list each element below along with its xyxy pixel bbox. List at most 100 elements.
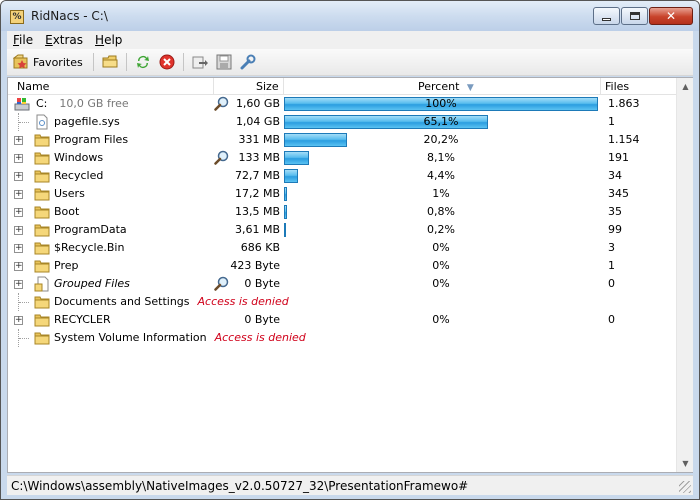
item-name: Prep (54, 259, 78, 272)
item-percent: 0% (432, 241, 450, 254)
item-size: 13,5 MB (234, 205, 280, 218)
tree-line (19, 302, 29, 303)
tree-row[interactable]: + RECYCLER 0 Byte 0% 0 (8, 311, 676, 329)
column-files-header[interactable]: Files (605, 80, 629, 93)
item-name-text: System Volume Information (54, 331, 207, 344)
export-button[interactable] (189, 51, 211, 73)
item-name-text: $Recycle.Bin (54, 241, 125, 254)
item-name-text: RECYCLER (54, 313, 111, 326)
folder-icon (34, 258, 50, 274)
menu-help[interactable]: Help (89, 33, 128, 47)
minimize-button[interactable] (593, 7, 620, 25)
item-name: RECYCLER (54, 313, 111, 326)
item-file-count: 1 (608, 259, 615, 272)
tree-row[interactable]: System Volume Information Access is denie… (8, 329, 676, 347)
tree-row[interactable]: + Grouped Files 0 Byte 0% 0 (8, 275, 676, 293)
item-size: 72,7 MB (234, 169, 280, 182)
folder-icon (34, 150, 50, 166)
toolbar: Favorites (7, 49, 693, 76)
scroll-up-icon[interactable]: ▲ (677, 78, 694, 95)
favorites-label: Favorites (33, 55, 83, 69)
vertical-scrollbar[interactable]: ▲ ▼ (676, 78, 693, 472)
close-button[interactable]: ✕ (649, 7, 693, 25)
resize-grip-icon[interactable] (679, 481, 691, 493)
expand-icon[interactable]: + (14, 226, 23, 235)
scroll-down-icon[interactable]: ▼ (677, 455, 694, 472)
item-percent: 0,2% (427, 223, 455, 236)
favorites-icon (13, 54, 28, 69)
item-file-count: 1.154 (608, 133, 640, 146)
tree-row[interactable]: + Boot 13,5 MB 0,8% 35 (8, 203, 676, 221)
expand-icon[interactable]: + (14, 280, 23, 289)
item-name-text: Program Files (54, 133, 129, 146)
magnifier-icon[interactable] (214, 150, 230, 166)
menu-bar: File Extras Help (7, 31, 693, 49)
tree-row[interactable]: Documents and Settings Access is denied (8, 293, 676, 311)
maximize-button[interactable] (621, 7, 648, 25)
item-file-count: 0 (608, 277, 615, 290)
item-file-count: 34 (608, 169, 622, 182)
tree-row[interactable]: pagefile.sys 1,04 GB 65,1% 1 (8, 113, 676, 131)
expand-icon[interactable]: + (14, 136, 23, 145)
window-controls: ✕ (592, 7, 693, 25)
tree-row[interactable]: + Users 17,2 MB 1% 345 (8, 185, 676, 203)
open-folder-button[interactable] (99, 51, 121, 73)
column-percent-header[interactable]: Percent ▼ (418, 80, 474, 93)
item-size: 423 Byte (230, 259, 280, 272)
expand-icon[interactable]: + (14, 208, 23, 217)
item-size: 0 Byte (244, 277, 280, 290)
item-name-text: Grouped Files (54, 277, 130, 290)
column-percent-label: Percent (418, 80, 460, 93)
tree-row[interactable]: + ProgramData 3,61 MB 0,2% 99 (8, 221, 676, 239)
settings-wrench-icon (240, 54, 256, 70)
item-name: System Volume Information Access is denie… (54, 331, 306, 344)
folder-icon (34, 240, 50, 256)
toolbar-separator (92, 53, 94, 71)
item-name: Users (54, 187, 85, 200)
free-space-label: 10,0 GB free (59, 97, 129, 110)
title-bar[interactable]: % RidNacs - C:\ ✕ (1, 1, 699, 31)
item-size: 0 Byte (244, 313, 280, 326)
tree-row[interactable]: + $Recycle.Bin 686 KB 0% 3 (8, 239, 676, 257)
save-button[interactable] (213, 51, 235, 73)
menu-extras[interactable]: Extras (39, 33, 89, 47)
column-divider[interactable] (213, 78, 214, 94)
item-file-count: 1.863 (608, 97, 640, 110)
expand-icon[interactable]: + (14, 154, 23, 163)
expand-icon[interactable]: + (14, 316, 23, 325)
tree-row[interactable]: + Prep 423 Byte 0% 1 (8, 257, 676, 275)
column-name-header[interactable]: Name (17, 80, 49, 93)
expand-icon[interactable]: + (14, 172, 23, 181)
item-size: 1,04 GB (235, 115, 280, 128)
item-size: 331 MB (238, 133, 280, 146)
item-file-count: 99 (608, 223, 622, 236)
item-file-count: 35 (608, 205, 622, 218)
tree-row[interactable]: + Program Files 331 MB 20,2% 1.154 (8, 131, 676, 149)
folder-icon (34, 294, 50, 310)
folder-icon (34, 312, 50, 328)
column-divider[interactable] (600, 78, 601, 94)
expand-icon[interactable]: + (14, 262, 23, 271)
tree-list-view[interactable]: Name Size Percent ▼ Files C: 10,0 GB free… (7, 77, 693, 473)
magnifier-icon[interactable] (214, 96, 230, 112)
tree-row[interactable]: + Windows 133 MB 8,1% 191 (8, 149, 676, 167)
folder-icon (34, 168, 50, 184)
toolbar-separator (125, 53, 127, 71)
expand-icon[interactable]: + (14, 190, 23, 199)
export-icon (192, 56, 208, 69)
column-divider[interactable] (283, 78, 284, 94)
favorites-button[interactable]: Favorites (7, 51, 89, 73)
open-folder-icon (102, 55, 118, 68)
menu-file[interactable]: File (7, 33, 39, 47)
column-size-header[interactable]: Size (256, 80, 279, 93)
stop-button[interactable] (156, 51, 178, 73)
magnifier-icon[interactable] (214, 276, 230, 292)
refresh-button[interactable] (132, 51, 154, 73)
grouped-files-icon (34, 276, 50, 292)
item-name-text: Users (54, 187, 85, 200)
tree-row[interactable]: + Recycled 72,7 MB 4,4% 34 (8, 167, 676, 185)
settings-button[interactable] (237, 51, 259, 73)
expand-icon[interactable]: + (14, 244, 23, 253)
drive-row[interactable]: C: 10,0 GB free 1,60 GB 100% 1.863 (8, 95, 676, 113)
item-percent: 65,1% (423, 115, 459, 128)
